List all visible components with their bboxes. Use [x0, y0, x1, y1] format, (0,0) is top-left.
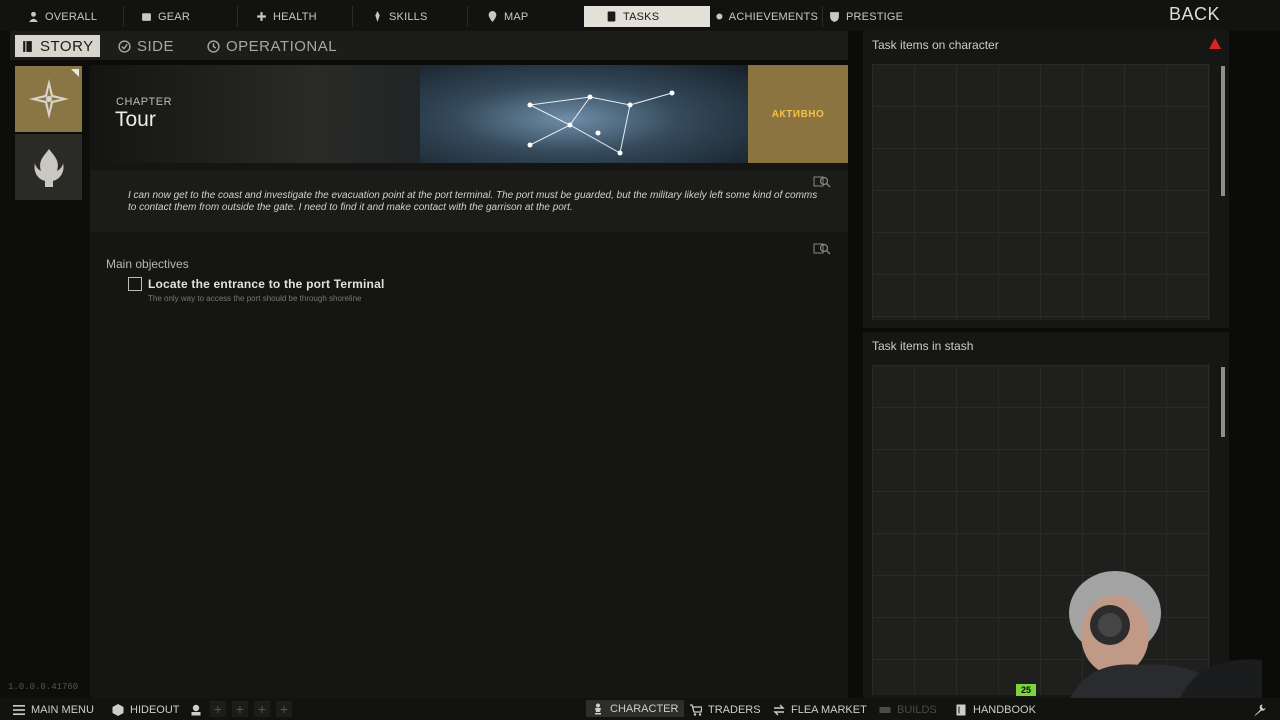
button-label: BUILDS — [897, 703, 937, 716]
version-label: 1.0.0.0.41760 — [8, 682, 79, 692]
flame-emblem-icon — [33, 149, 64, 187]
tab-label: TASKS — [623, 10, 660, 23]
top-navigation: OVERALL GEAR HEALTH SKILLS MAP TASKS ACH… — [0, 0, 1280, 31]
tab-label: SIDE — [137, 37, 175, 55]
health-icon — [257, 12, 266, 21]
chapter-description-box: I can now get to the coast and investiga… — [90, 170, 848, 232]
cart-icon — [690, 703, 702, 716]
traders-button[interactable]: TRADERS — [690, 701, 761, 718]
chapter-next-icon[interactable] — [15, 134, 82, 200]
gear-icon — [142, 13, 151, 21]
hideout-button[interactable]: HIDEOUT — [112, 701, 180, 718]
tab-label: PRESTIGE — [846, 10, 904, 23]
magnify-icon[interactable] — [813, 175, 831, 189]
tab-achievements[interactable]: ACHIEVEMENTS — [694, 6, 818, 27]
status-badge: АКТИВНО — [748, 65, 848, 163]
character-icon — [595, 703, 601, 714]
webcam-badge: 25 — [1016, 684, 1036, 696]
tab-story[interactable]: STORY — [15, 35, 100, 57]
check-circle-icon — [118, 39, 131, 53]
button-label: HIDEOUT — [130, 703, 180, 716]
tab-skills[interactable]: SKILLS — [350, 6, 460, 27]
tab-label: OVERALL — [45, 10, 98, 23]
chapter-label: CHAPTER — [116, 96, 173, 108]
operator-icon — [191, 704, 201, 715]
objectives-heading: Main objectives — [106, 257, 189, 271]
tab-side[interactable]: SIDE — [118, 35, 174, 57]
wrench-icon — [1254, 704, 1266, 715]
tab-label: HEALTH — [273, 10, 317, 23]
objective-checkbox[interactable] — [128, 277, 142, 291]
add-slot-button[interactable]: + — [210, 701, 226, 717]
tasks-icon — [607, 11, 616, 22]
tab-tasks[interactable]: TASKS — [584, 6, 710, 27]
hamburger-icon — [13, 704, 25, 715]
panel-title: Task items on character — [872, 38, 999, 52]
tab-label: SKILLS — [389, 10, 428, 23]
character-items-grid[interactable] — [872, 64, 1210, 320]
tab-map[interactable]: MAP — [465, 6, 575, 27]
tab-health[interactable]: HEALTH — [234, 6, 344, 27]
panel-title: Task items in stash — [872, 339, 974, 353]
character-button[interactable]: CHARACTER — [586, 700, 685, 717]
magnify-icon[interactable] — [813, 242, 831, 256]
person-icon — [29, 11, 38, 22]
prestige-icon — [830, 12, 839, 22]
button-label: FLEA MARKET — [791, 703, 867, 716]
book-icon — [23, 40, 32, 52]
chapter-title: Tour — [115, 108, 156, 131]
tab-overall[interactable]: OVERALL — [6, 6, 116, 27]
scrollbar[interactable] — [1221, 367, 1225, 437]
profile-slot-button[interactable] — [190, 701, 202, 718]
button-label: TRADERS — [708, 703, 761, 716]
scrollbar[interactable] — [1221, 66, 1225, 196]
button-label: CHARACTER — [610, 702, 679, 715]
character-items-panel: Task items on character — [863, 31, 1229, 328]
add-slot-button[interactable]: + — [232, 701, 248, 717]
exchange-icon — [773, 704, 785, 715]
objective-hint: The only way to access the port should b… — [148, 294, 362, 303]
warning-icon — [1209, 38, 1221, 49]
chapter-description: I can now get to the coast and investiga… — [128, 190, 818, 213]
back-button[interactable]: BACK — [1169, 4, 1220, 25]
tab-label: STORY — [40, 37, 94, 55]
add-slot-button[interactable]: + — [276, 701, 292, 717]
map-pin-icon — [488, 11, 497, 22]
main-menu-button[interactable]: MAIN MENU — [13, 701, 94, 718]
tab-label: OPERATIONAL — [226, 37, 338, 55]
new-corner-marker — [71, 69, 79, 77]
settings-button[interactable] — [1254, 701, 1266, 718]
flea-market-button[interactable]: FLEA MARKET — [773, 701, 867, 718]
tab-label: GEAR — [158, 10, 190, 23]
skills-icon — [375, 11, 380, 22]
builds-icon — [879, 706, 891, 713]
clock-icon — [207, 39, 220, 53]
hideout-icon — [112, 703, 124, 716]
add-slot-button[interactable]: + — [254, 701, 270, 717]
chapter-tour-icon[interactable] — [15, 66, 82, 132]
map-illustration — [420, 65, 748, 163]
compass-star-icon — [28, 79, 69, 119]
tab-label: MAP — [504, 10, 529, 23]
achievements-icon — [716, 13, 723, 20]
chapter-banner — [90, 65, 848, 163]
handbook-button[interactable]: HANDBOOK — [955, 701, 1036, 718]
builds-button[interactable]: BUILDS — [879, 701, 937, 718]
route-lines — [527, 90, 675, 156]
tab-prestige[interactable]: PRESTIGE — [807, 6, 929, 27]
tab-gear[interactable]: GEAR — [119, 6, 229, 27]
button-label: MAIN MENU — [31, 703, 94, 716]
webcam-badge-wrap: 25 — [1016, 565, 1262, 698]
handbook-icon — [956, 704, 966, 715]
tab-operational[interactable]: OPERATIONAL — [207, 35, 337, 57]
button-label: HANDBOOK — [973, 703, 1036, 716]
objective-title: Locate the entrance to the port Terminal — [148, 277, 385, 291]
tab-label: ACHIEVEMENTS — [728, 10, 818, 23]
